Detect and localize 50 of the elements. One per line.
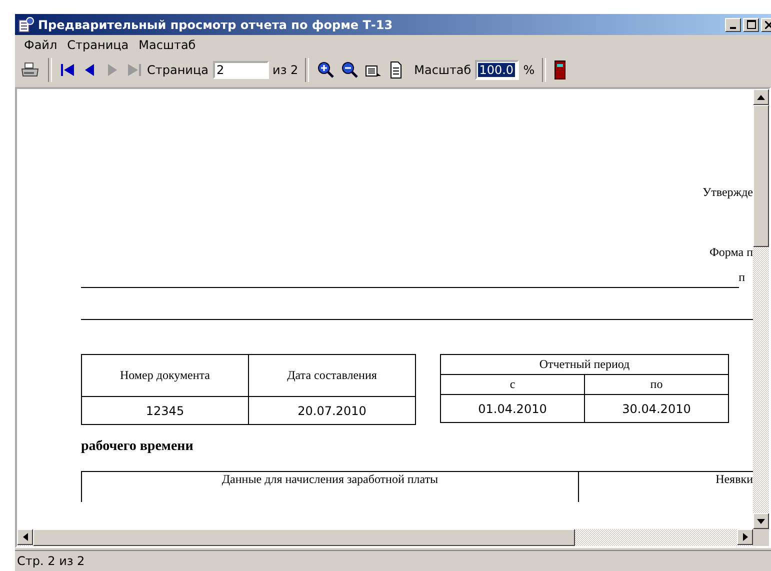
scroll-thumb[interactable] (753, 105, 769, 247)
column-header: с (440, 374, 584, 394)
page-total: из 2 (272, 63, 298, 77)
table-cell: 30.04.2010 (584, 394, 728, 422)
approved-text: Утвержде (702, 185, 753, 199)
zoom-out-button[interactable] (340, 60, 360, 80)
page-number-field[interactable]: 2 (212, 61, 269, 79)
minimize-icon (730, 26, 736, 28)
maximize-button[interactable] (743, 18, 759, 32)
section-heading: рабочего времени (81, 439, 194, 455)
zoom-in-button[interactable] (316, 60, 336, 80)
minimize-button[interactable] (725, 18, 741, 32)
table-cell: 20.07.2010 (248, 396, 416, 424)
column-header: Отчетный период (440, 354, 728, 374)
whole-page-button[interactable] (388, 60, 404, 80)
right-arrow-icon (742, 533, 748, 541)
column-header: Дата составления (248, 354, 416, 396)
horizontal-scrollbar[interactable] (17, 529, 753, 546)
scroll-thumb[interactable] (33, 529, 575, 546)
vertical-scrollbar[interactable] (753, 89, 769, 529)
column-header: по (584, 374, 728, 394)
page-label: Страница (147, 63, 209, 77)
scroll-up-button[interactable] (753, 89, 769, 105)
scroll-left-button[interactable] (17, 529, 33, 545)
column-header: Данные для начисления заработной платы (82, 472, 578, 502)
form-text: Форма п (709, 245, 753, 259)
percent-label: % (523, 63, 535, 77)
close-icon (765, 20, 771, 28)
scroll-right-button[interactable] (737, 529, 753, 545)
up-arrow-icon (757, 94, 765, 100)
menu-item[interactable]: Масштаб (134, 38, 201, 52)
table-cell: 01.04.2010 (440, 394, 584, 422)
report-icon (18, 16, 34, 32)
table-cell: 12345 (82, 396, 248, 424)
menu-item[interactable]: Страница (62, 38, 134, 52)
first-page-button[interactable] (59, 61, 77, 79)
maximize-icon (746, 20, 756, 29)
form-line-text: п (738, 270, 745, 284)
window-title: Предварительный просмотр отчета по форме Т-13 (38, 18, 394, 32)
left-arrow-icon (22, 533, 28, 541)
bar-triangle-icon (60, 62, 76, 78)
scroll-down-button[interactable] (753, 513, 769, 529)
status-text: Стр. 2 из 2 (17, 554, 85, 568)
menu-item[interactable]: Файл (19, 38, 62, 52)
column-header: Номер документа (82, 354, 248, 396)
scale-field[interactable]: 100.0 (475, 60, 520, 80)
exit-door-button[interactable] (552, 59, 567, 81)
bar-triangle-icon (126, 62, 142, 78)
down-arrow-icon (757, 518, 765, 524)
scale-label: Масштаб (414, 63, 472, 77)
